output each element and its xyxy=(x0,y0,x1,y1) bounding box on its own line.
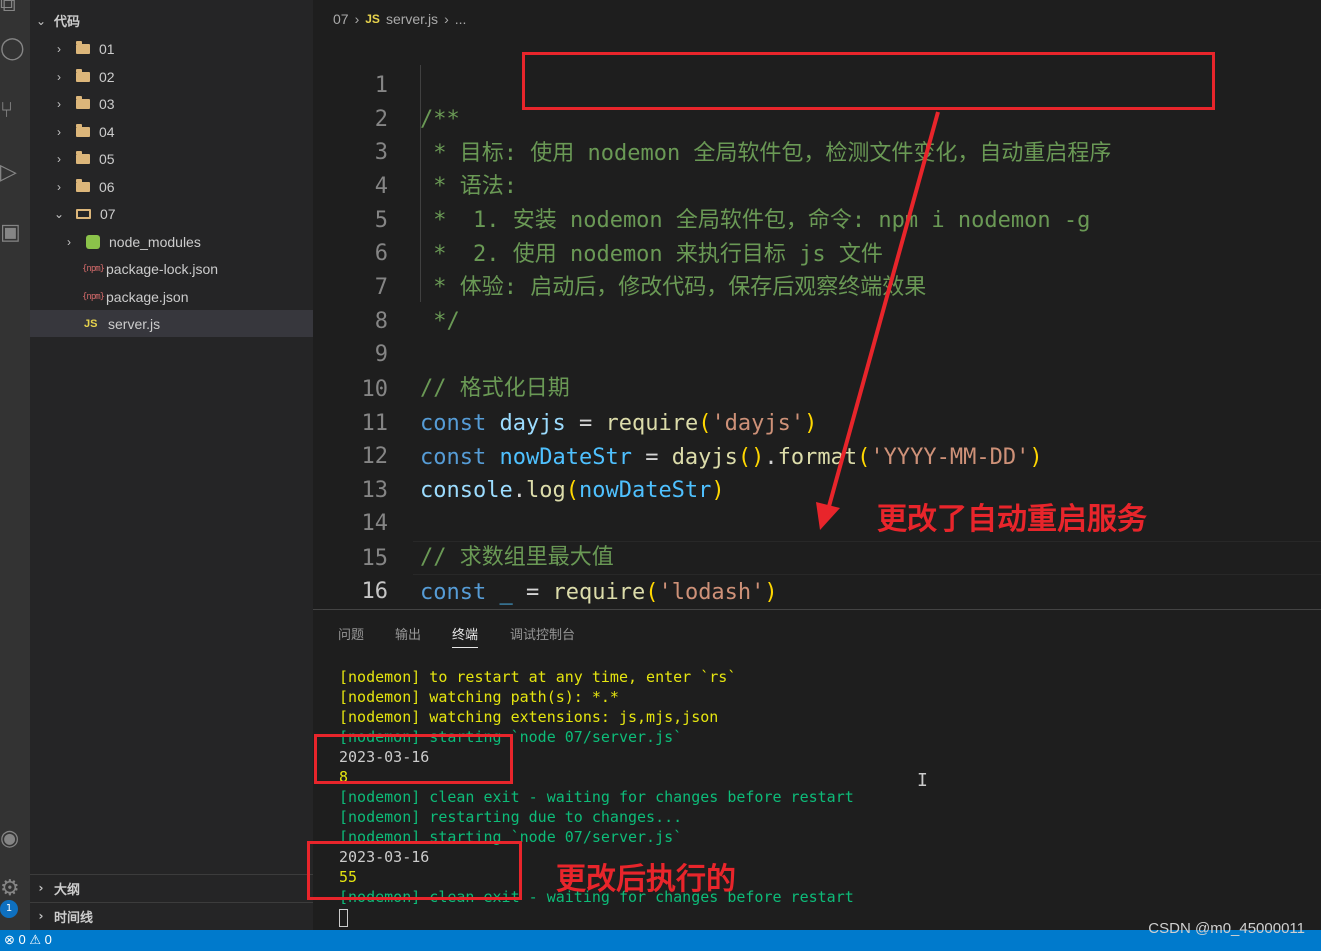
terminal-text: to restart at any time, enter `rs` xyxy=(420,668,737,686)
terminal-cursor-line[interactable] xyxy=(339,907,348,927)
problems-indicator[interactable]: ⊗ 0 ⚠ 0 xyxy=(4,932,52,948)
terminal-text: clean exit - waiting for changes before … xyxy=(420,788,854,806)
watermark: CSDN @m0_45000011 xyxy=(1148,920,1305,937)
terminal-line: [nodemon] to restart at any time, enter … xyxy=(339,667,736,687)
annotation-box-output-after xyxy=(307,841,522,900)
terminal-text: watching path(s): *.* xyxy=(420,688,619,706)
annotation-note-bottom: 更改后执行的 xyxy=(556,862,736,897)
terminal-prefix: [nodemon] xyxy=(339,688,421,706)
text-cursor-icon: I xyxy=(917,770,928,791)
terminal-prefix: [nodemon] xyxy=(339,668,421,686)
terminal-prefix: [nodemon] xyxy=(339,708,421,726)
tab-terminal[interactable]: 终端 xyxy=(452,624,479,648)
terminal-line: [nodemon] watching extensions: js,mjs,js… xyxy=(339,707,718,727)
annotation-box-output-before xyxy=(314,734,513,784)
tab-problems[interactable]: 问题 xyxy=(338,624,364,643)
terminal-text: restarting due to changes... xyxy=(420,808,683,826)
terminal-line: [nodemon] watching path(s): *.* xyxy=(339,687,619,707)
terminal-prefix: [nodemon] xyxy=(339,788,421,806)
tab-debug-console[interactable]: 调试控制台 xyxy=(510,624,575,643)
terminal-line: [nodemon] clean exit - waiting for chang… xyxy=(339,787,854,807)
annotation-note-top: 更改了自动重启服务 xyxy=(877,502,1147,537)
tab-output[interactable]: 输出 xyxy=(395,624,421,643)
terminal-line: [nodemon] restarting due to changes... xyxy=(339,807,682,827)
status-bar: ⊗ 0 ⚠ 0 xyxy=(0,930,1321,951)
terminal-cursor xyxy=(339,908,348,927)
terminal-text: watching extensions: js,mjs,json xyxy=(420,708,719,726)
terminal-prefix: [nodemon] xyxy=(339,808,421,826)
